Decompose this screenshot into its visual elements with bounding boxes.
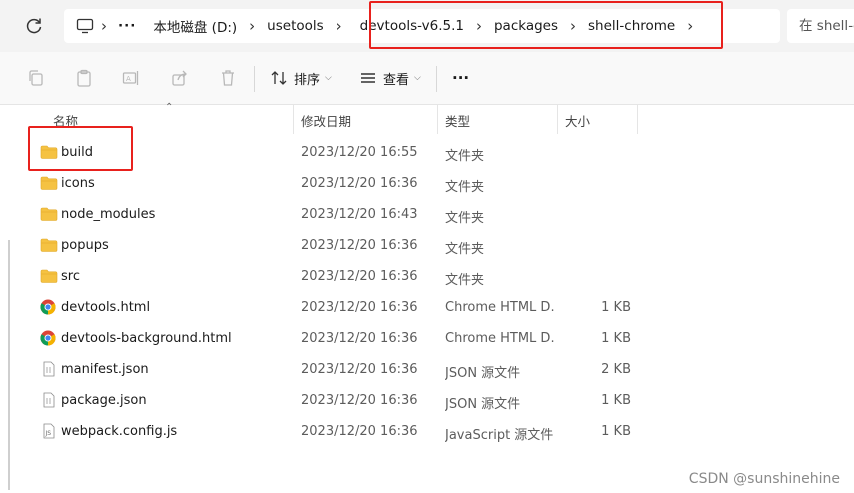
chevron-right-icon[interactable]: › bbox=[333, 17, 345, 35]
file-date: 2023/12/20 16:55 bbox=[301, 145, 418, 160]
file-type: 文件夹 bbox=[445, 273, 485, 288]
more-options-button[interactable]: ··· bbox=[452, 66, 469, 90]
js-file-icon: JS bbox=[40, 423, 58, 439]
list-item[interactable]: package.json 2023/12/20 16:36 JSON 源文件 1… bbox=[0, 385, 854, 416]
svg-text:A: A bbox=[126, 75, 131, 83]
folder-icon bbox=[40, 268, 58, 284]
file-type: 文件夹 bbox=[445, 180, 485, 195]
paste-icon[interactable] bbox=[74, 68, 94, 88]
list-item[interactable]: devtools.html 2023/12/20 16:36 Chrome HT… bbox=[0, 292, 854, 323]
file-size: 1 KB bbox=[601, 424, 631, 439]
file-name: package.json bbox=[61, 393, 147, 408]
rename-icon[interactable]: A bbox=[121, 68, 141, 88]
chevron-right-icon[interactable]: › bbox=[246, 17, 258, 35]
folder-icon bbox=[40, 237, 58, 253]
file-size: 1 KB bbox=[601, 393, 631, 408]
file-name: src bbox=[61, 269, 80, 284]
search-input[interactable]: 在 shell-chrome 中搜索 bbox=[787, 9, 854, 43]
file-name: devtools.html bbox=[61, 300, 151, 315]
chevron-down-icon: ⌵ bbox=[414, 73, 421, 83]
column-divider[interactable] bbox=[637, 104, 638, 134]
file-date: 2023/12/20 16:36 bbox=[301, 269, 418, 284]
file-date: 2023/12/20 16:36 bbox=[301, 300, 418, 315]
svg-text:JS: JS bbox=[45, 430, 52, 437]
file-type: Chrome HTML D... bbox=[445, 300, 555, 315]
file-type: JSON 源文件 bbox=[445, 366, 521, 381]
file-date: 2023/12/20 16:43 bbox=[301, 207, 418, 222]
file-size: 2 KB bbox=[601, 362, 631, 377]
sort-button[interactable]: 排序 ⌵ bbox=[270, 66, 332, 90]
breadcrumb-item-usetools[interactable]: usetools bbox=[258, 18, 333, 34]
file-name: icons bbox=[61, 176, 95, 191]
file-type: 文件夹 bbox=[445, 149, 485, 164]
file-type: 文件夹 bbox=[445, 211, 485, 226]
address-bar-area: › ··· 本地磁盘 (D:) › usetools › devtools-v6… bbox=[0, 0, 854, 52]
computer-icon[interactable] bbox=[76, 18, 94, 34]
chrome-icon bbox=[40, 330, 58, 346]
column-divider[interactable] bbox=[437, 104, 438, 134]
annotation-highlight-box bbox=[369, 1, 723, 49]
column-header-type[interactable]: 类型 bbox=[445, 111, 470, 130]
file-size: 1 KB bbox=[601, 300, 631, 315]
json-file-icon bbox=[40, 392, 58, 408]
column-divider[interactable] bbox=[557, 104, 558, 134]
file-name: devtools-background.html bbox=[61, 331, 232, 346]
list-item[interactable]: node_modules 2023/12/20 16:43 文件夹 bbox=[0, 199, 854, 230]
list-item[interactable]: JS webpack.config.js 2023/12/20 16:36 Ja… bbox=[0, 416, 854, 447]
list-item[interactable]: manifest.json 2023/12/20 16:36 JSON 源文件 … bbox=[0, 354, 854, 385]
watermark: CSDN @sunshinehine bbox=[688, 471, 840, 487]
view-icon bbox=[361, 73, 375, 83]
folder-icon bbox=[40, 175, 58, 191]
chevron-right-icon[interactable]: › bbox=[98, 17, 110, 35]
share-icon[interactable] bbox=[170, 68, 190, 88]
file-date: 2023/12/20 16:36 bbox=[301, 176, 418, 191]
copy-icon[interactable] bbox=[26, 68, 46, 88]
column-header-size[interactable]: 大小 bbox=[565, 111, 590, 130]
delete-icon[interactable] bbox=[218, 68, 238, 88]
file-date: 2023/12/20 16:36 bbox=[301, 331, 418, 346]
refresh-icon bbox=[26, 18, 42, 34]
breadcrumb-item-drive[interactable]: 本地磁盘 (D:) bbox=[144, 16, 246, 36]
file-name: manifest.json bbox=[61, 362, 149, 377]
sort-icon bbox=[271, 71, 287, 85]
toolbar-divider bbox=[436, 66, 437, 92]
file-name: node_modules bbox=[61, 207, 156, 222]
chevron-down-icon: ⌵ bbox=[325, 73, 332, 83]
view-label: 查看 bbox=[383, 72, 410, 88]
list-item[interactable]: popups 2023/12/20 16:36 文件夹 bbox=[0, 230, 854, 261]
scrollbar[interactable] bbox=[8, 240, 10, 490]
file-type: JSON 源文件 bbox=[445, 397, 521, 412]
chrome-icon bbox=[40, 299, 58, 315]
json-file-icon bbox=[40, 361, 58, 377]
sort-ascending-icon: ⌃ bbox=[165, 102, 174, 113]
folder-icon bbox=[40, 206, 58, 222]
file-date: 2023/12/20 16:36 bbox=[301, 362, 418, 377]
list-item[interactable]: icons 2023/12/20 16:36 文件夹 bbox=[0, 168, 854, 199]
annotation-highlight-box bbox=[28, 126, 133, 171]
file-type: Chrome HTML D... bbox=[445, 331, 555, 346]
column-header-date[interactable]: 修改日期 bbox=[301, 111, 351, 130]
file-name: webpack.config.js bbox=[61, 424, 178, 439]
file-type: 文件夹 bbox=[445, 242, 485, 257]
more-crumbs-button[interactable]: ··· bbox=[110, 18, 144, 34]
column-header-row: ⌃ 名称 修改日期 类型 大小 bbox=[30, 102, 850, 134]
column-divider[interactable] bbox=[293, 104, 294, 134]
file-type: JavaScript 源文件 bbox=[445, 428, 554, 443]
file-name: popups bbox=[61, 238, 109, 253]
list-item[interactable]: src 2023/12/20 16:36 文件夹 bbox=[0, 261, 854, 292]
file-date: 2023/12/20 16:36 bbox=[301, 393, 418, 408]
view-button[interactable]: 查看 ⌵ bbox=[359, 66, 421, 90]
file-size: 1 KB bbox=[601, 331, 631, 346]
file-date: 2023/12/20 16:36 bbox=[301, 424, 418, 439]
refresh-button[interactable] bbox=[22, 14, 46, 38]
list-item[interactable]: devtools-background.html 2023/12/20 16:3… bbox=[0, 323, 854, 354]
toolbar-divider bbox=[254, 66, 255, 92]
sort-label: 排序 bbox=[294, 72, 321, 88]
command-bar: A 排序 ⌵ 查看 ⌵ ··· bbox=[0, 52, 854, 105]
file-date: 2023/12/20 16:36 bbox=[301, 238, 418, 253]
